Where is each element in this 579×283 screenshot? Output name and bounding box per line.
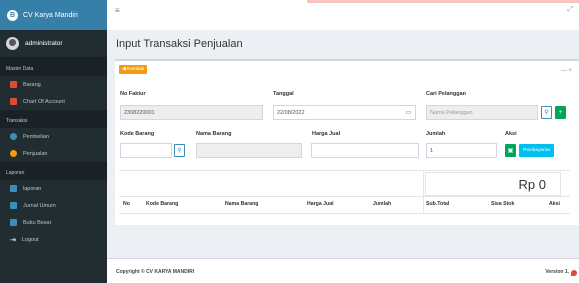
- th-subtotal: Sub.Total: [426, 201, 450, 207]
- sidebar-item-label: Pembelian: [23, 133, 49, 140]
- aksi-label: Aksi: [505, 131, 517, 137]
- harga-jual-input[interactable]: [311, 143, 419, 158]
- file-icon: [10, 219, 17, 226]
- th-sisa-stok: Sisa Stok: [491, 201, 515, 207]
- sidebar-item-logout[interactable]: ⇥ Logout: [0, 231, 107, 248]
- save-item-button[interactable]: ▣: [505, 144, 516, 157]
- sidebar-item-label: Penjualan: [23, 150, 48, 157]
- no-faktur-field[interactable]: 2308220001: [120, 105, 263, 120]
- grid-icon: [10, 98, 17, 105]
- sidebar-item-chart-of-account[interactable]: Chart Of Account: [0, 93, 107, 110]
- nama-barang-label: Nama Barang: [196, 131, 232, 137]
- section-master-data: Master Data: [0, 58, 107, 76]
- sidebar-item-jurnal-umum[interactable]: Jurnal Umum: [0, 197, 107, 214]
- column-divider: [423, 170, 424, 214]
- copyright-text: Copyright © CV KARYA MANDIRI: [116, 269, 195, 275]
- sidebar-item-label: Logout: [21, 236, 39, 243]
- sidebar-item-penjualan[interactable]: Penjualan: [0, 145, 107, 162]
- cari-pelanggan-label: Cari Pelanggan: [426, 91, 467, 97]
- logout-icon: ⇥: [10, 237, 16, 244]
- footer: Copyright © CV KARYA MANDIRI Version 1.: [107, 258, 579, 283]
- add-pelanggan-button[interactable]: +: [555, 106, 566, 119]
- th-jumlah: Jumlah: [373, 201, 392, 207]
- section-laporan: Laporan: [0, 162, 107, 180]
- sidebar-item-barang[interactable]: Barang: [0, 76, 107, 93]
- search-pelanggan-button[interactable]: ⚲: [541, 106, 552, 119]
- th-aksi: Aksi: [549, 201, 560, 207]
- calendar-icon[interactable]: ▭: [405, 109, 411, 116]
- sidebar-item-buku-besar[interactable]: Buku Besar: [0, 214, 107, 231]
- nama-barang-input[interactable]: [196, 143, 302, 158]
- grid-icon: [10, 81, 17, 88]
- cari-pelanggan-input[interactable]: Nama Pelanggan: [426, 105, 538, 120]
- circle-icon: [10, 150, 17, 157]
- user-panel: administrator: [0, 30, 107, 58]
- brand-name: CV Karya Mandiri: [23, 11, 78, 19]
- kode-barang-input[interactable]: [120, 143, 172, 158]
- version-text: Version 1.: [545, 269, 569, 275]
- sidebar-item-label: Chart Of Account: [23, 98, 65, 105]
- sidebar: B CV Karya Mandiri administrator Master …: [0, 0, 107, 283]
- top-navbar: ≡ ⤢: [107, 0, 579, 30]
- section-transaksi: Transaksi: [0, 110, 107, 128]
- avatar: [6, 37, 19, 50]
- tanggal-field[interactable]: 22/08/2022 ▭: [273, 105, 416, 120]
- content-wrapper: Input Transaksi Penjualan ◀ Kembali — × …: [107, 30, 579, 258]
- brand[interactable]: B CV Karya Mandiri: [0, 0, 107, 30]
- file-icon: [10, 185, 17, 192]
- jumlah-label: Jumlah: [426, 131, 446, 137]
- back-button[interactable]: ◀ Kembali: [119, 65, 148, 74]
- pembayaran-button[interactable]: Pembayaran: [519, 144, 555, 157]
- loading-bar: [307, 0, 579, 3]
- sidebar-item-label: Buku Besar: [23, 219, 52, 226]
- kode-barang-label: Kode Barang: [120, 131, 155, 137]
- sidebar-item-laporan[interactable]: laporan: [0, 180, 107, 197]
- sidebar-item-pembelian[interactable]: Pembelian: [0, 128, 107, 145]
- file-icon: [10, 202, 17, 209]
- sidebar-item-label: laporan: [23, 185, 42, 192]
- tanggal-label: Tanggal: [273, 91, 294, 97]
- total-display: Rp 0: [425, 172, 561, 196]
- no-faktur-label: No Faktur: [120, 91, 146, 97]
- plus-icon: +: [558, 109, 563, 116]
- jumlah-input[interactable]: 1: [426, 143, 497, 158]
- th-harga-jual: Harga Jual: [307, 201, 334, 207]
- page-title: Input Transaksi Penjualan: [116, 38, 243, 50]
- box-tools[interactable]: — ×: [561, 68, 572, 74]
- brand-logo-icon: B: [7, 9, 18, 21]
- circle-icon: [10, 133, 17, 140]
- search-barang-button[interactable]: ⚲: [174, 144, 185, 157]
- th-kode-barang: Kode Barang: [146, 201, 179, 207]
- fullscreen-icon[interactable]: ⤢: [567, 6, 573, 14]
- th-no: No: [123, 201, 130, 207]
- search-icon: ⚲: [544, 110, 549, 116]
- sidebar-item-label: Barang: [23, 81, 41, 88]
- search-icon: ⚲: [177, 148, 182, 154]
- menu-toggle-icon[interactable]: ≡: [115, 6, 120, 15]
- sidebar-item-label: Jurnal Umum: [23, 202, 56, 209]
- user-name: administrator: [25, 40, 63, 47]
- th-nama-barang: Nama Barang: [225, 201, 259, 207]
- save-icon: ▣: [507, 148, 514, 154]
- harga-jual-label: Harga Jual: [312, 131, 341, 137]
- corner-badge-icon: [571, 270, 577, 276]
- tanggal-value: 22/08/2022: [277, 109, 305, 116]
